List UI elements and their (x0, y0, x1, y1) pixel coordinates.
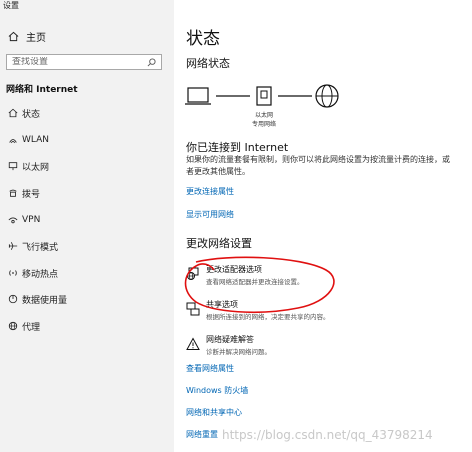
show-available-networks-link[interactable]: 显示可用网络 (186, 209, 234, 220)
diagram-label-ethernet: 以太网 (255, 111, 273, 119)
data-usage-icon (6, 292, 20, 306)
computer-icon (185, 87, 211, 105)
sidebar-item-label: 移动热点 (22, 269, 59, 280)
home-icon (6, 29, 20, 43)
sidebar-item-wlan[interactable]: WLAN (0, 131, 174, 149)
sharing-icon (186, 301, 200, 316)
sidebar-item-data-usage[interactable]: 数据使用量 (0, 290, 174, 308)
option-title: 网络疑难解答 (206, 335, 254, 344)
home-icon (6, 106, 20, 120)
connected-title: 你已连接到 Internet (186, 141, 289, 154)
warning-icon (186, 336, 200, 350)
sidebar-item-proxy[interactable]: 代理 (0, 317, 174, 335)
search-box[interactable] (6, 54, 162, 70)
sidebar-item-airplane[interactable]: 飞行模式 (0, 237, 174, 255)
sidebar-item-label: WLAN (22, 135, 50, 145)
adapter-icon (186, 266, 200, 280)
ethernet-icon (256, 86, 272, 106)
hotspot-icon (6, 266, 20, 280)
sidebar: 设置 主页 网络和 Internet 状态 WLAN 以太网 (0, 0, 174, 452)
ethernet-icon (6, 159, 20, 173)
network-reset-link[interactable]: 网络重置 (186, 429, 218, 440)
option-description: 根据所连接到的网络，决定要共享的内容。 (206, 313, 330, 321)
main-content: 状态 网络状态 以太网 专用网络 你已连接到 Internet 如果你的流量套餐… (174, 0, 472, 452)
connected-description: 如果你的流量套餐有限制，则你可以将此网络设置为按流量计费的连接，或者更改其他属性… (186, 155, 450, 176)
sidebar-item-label: 代理 (22, 322, 41, 333)
sidebar-item-label: 飞行模式 (22, 242, 59, 253)
adapter-options-item[interactable]: 更改适配器选项 查看网络适配器并更改连接设置。 (186, 264, 456, 292)
change-connection-properties-link[interactable]: 更改连接属性 (186, 186, 234, 197)
globe-icon (315, 84, 339, 108)
window-title: 设置 (3, 1, 19, 10)
search-input[interactable] (12, 57, 146, 67)
option-description: 查看网络适配器并更改连接设置。 (206, 278, 304, 286)
sidebar-item-ethernet[interactable]: 以太网 (0, 157, 174, 175)
dialup-icon (6, 186, 20, 200)
sidebar-home[interactable]: 主页 (6, 29, 46, 44)
sidebar-item-label: 以太网 (22, 162, 50, 173)
section-title: 网络和 Internet (6, 85, 78, 95)
airplane-icon (6, 239, 20, 253)
vpn-icon (6, 213, 20, 227)
sidebar-item-status[interactable]: 状态 (0, 104, 174, 122)
option-title: 共享选项 (206, 300, 238, 309)
option-description: 诊断并解决网络问题。 (206, 348, 271, 356)
windows-firewall-link[interactable]: Windows 防火墙 (186, 385, 248, 396)
diagram-label-network: 专用网络 (252, 120, 276, 128)
network-diagram: 以太网 专用网络 (184, 82, 384, 134)
sidebar-item-dialup[interactable]: 拨号 (0, 184, 174, 202)
view-network-properties-link[interactable]: 查看网络属性 (186, 363, 234, 374)
diagram-graphic: 以太网 专用网络 (185, 84, 339, 128)
sidebar-item-vpn[interactable]: VPN (0, 211, 174, 229)
settings-window: 设置 主页 网络和 Internet 状态 WLAN 以太网 (0, 0, 472, 452)
network-status-heading: 网络状态 (186, 57, 230, 70)
change-settings-heading: 更改网络设置 (186, 237, 252, 250)
globe-icon (6, 319, 20, 333)
home-label: 主页 (26, 32, 46, 44)
sidebar-item-label: VPN (22, 215, 41, 225)
search-icon[interactable] (146, 57, 156, 67)
sidebar-item-label: 拨号 (22, 189, 41, 200)
option-title: 更改适配器选项 (206, 265, 262, 274)
page-title: 状态 (186, 29, 220, 49)
sidebar-item-hotspot[interactable]: 移动热点 (0, 264, 174, 282)
network-troubleshooter-item[interactable]: 网络疑难解答 诊断并解决网络问题。 (186, 334, 456, 362)
network-sharing-center-link[interactable]: 网络和共享中心 (186, 407, 242, 418)
sidebar-item-label: 状态 (22, 109, 41, 120)
watermark: https://blog.csdn.net/qq_43798214 (222, 428, 433, 442)
wifi-icon (6, 133, 20, 147)
sharing-options-item[interactable]: 共享选项 根据所连接到的网络，决定要共享的内容。 (186, 299, 456, 327)
sidebar-item-label: 数据使用量 (22, 295, 68, 306)
